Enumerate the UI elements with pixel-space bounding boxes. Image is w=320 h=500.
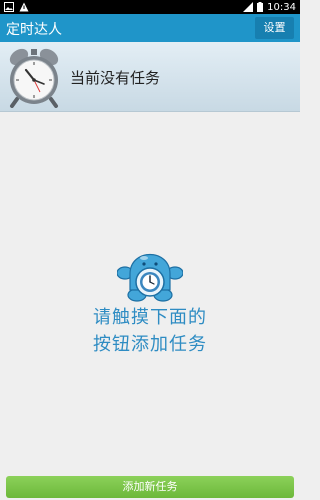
add-task-button[interactable]: 添加新任务 xyxy=(6,476,294,498)
warning-notification-icon xyxy=(19,2,29,12)
alarm-clock-icon xyxy=(9,48,59,108)
status-notifications xyxy=(4,2,29,12)
app-title: 定时达人 xyxy=(6,22,62,38)
battery-icon xyxy=(257,2,264,12)
mascot-clock-icon xyxy=(117,253,183,302)
app-bar: 定时达人 设置 xyxy=(0,14,300,42)
status-system-icons: 10:34 xyxy=(243,0,296,14)
settings-button[interactable]: 设置 xyxy=(255,17,294,39)
empty-hint-line-1: 请触摸下面的 xyxy=(93,307,207,328)
image-notification-icon xyxy=(4,2,14,12)
empty-hint-line-2: 按钮添加任务 xyxy=(93,334,207,355)
signal-icon xyxy=(243,2,254,12)
status-bar: 10:34 xyxy=(0,0,300,14)
status-panel: 当前没有任务 xyxy=(0,42,300,112)
no-task-message: 当前没有任务 xyxy=(70,69,161,87)
status-time: 10:34 xyxy=(267,1,296,13)
